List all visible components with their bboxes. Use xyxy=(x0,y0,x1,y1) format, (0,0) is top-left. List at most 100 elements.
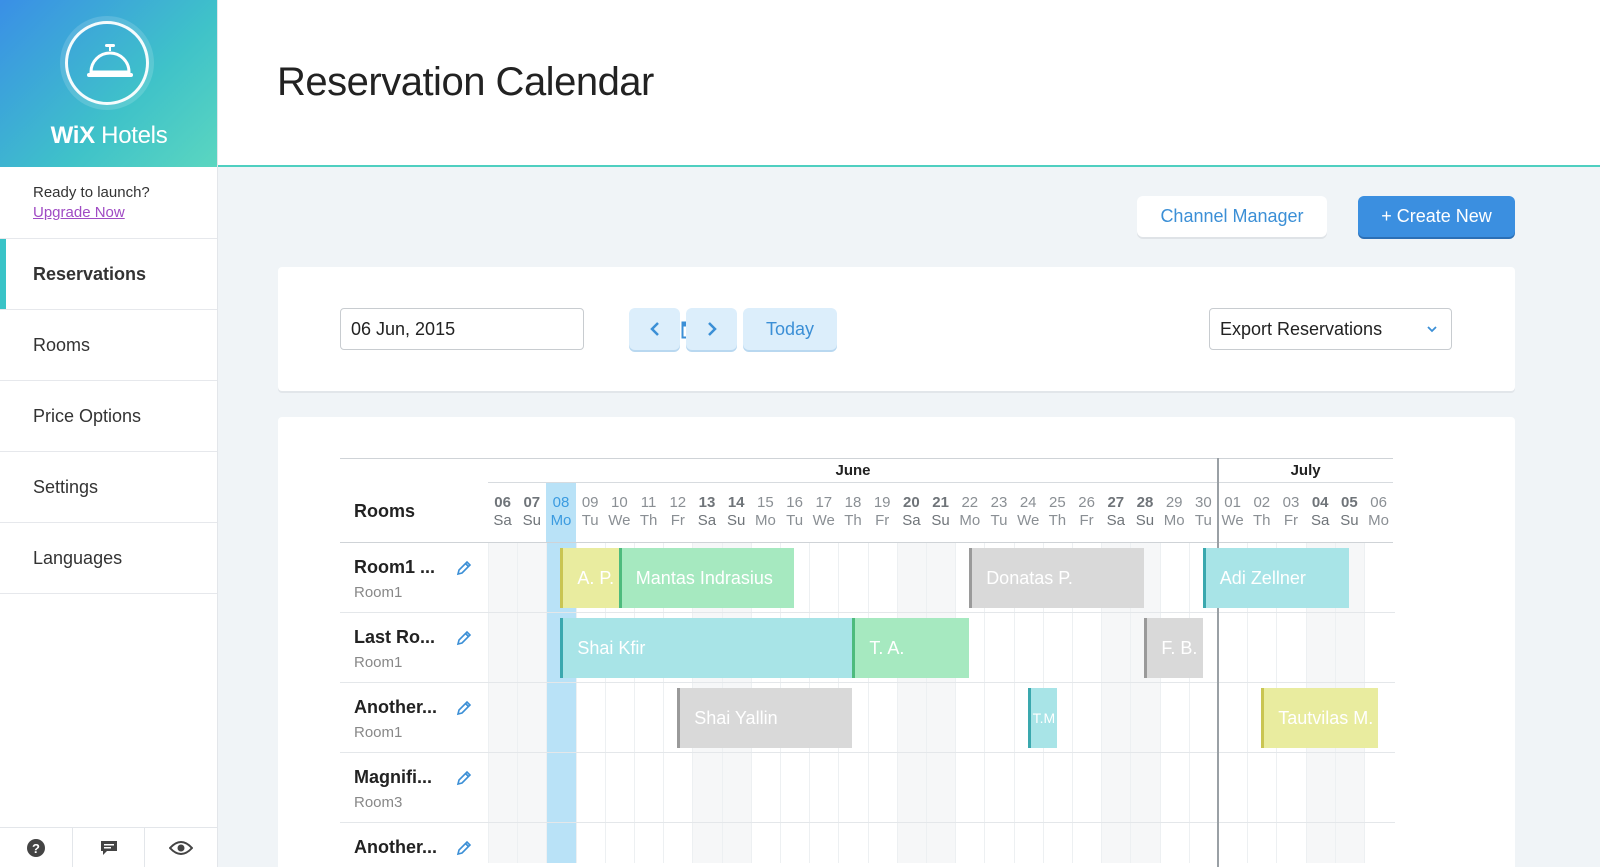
sidebar-item-price-options[interactable]: Price Options xyxy=(0,381,217,452)
room-type: Room3 xyxy=(354,794,403,811)
reservation-bar[interactable]: T. A. xyxy=(852,618,970,678)
day-name: Fr xyxy=(1079,512,1094,529)
upgrade-now-link[interactable]: Upgrade Now xyxy=(33,204,125,221)
next-period-button[interactable] xyxy=(686,308,737,350)
day-number: 09 xyxy=(581,494,599,511)
export-label: Export Reservations xyxy=(1220,318,1383,339)
day-name: We xyxy=(1221,512,1244,529)
edit-pencil-icon[interactable] xyxy=(455,559,473,582)
reservation-bar[interactable]: T.M xyxy=(1027,688,1057,748)
month-separator xyxy=(1217,458,1219,867)
date-picker-input[interactable]: 06 Jun, 2015 xyxy=(340,308,701,350)
day-header: 13 Sa xyxy=(692,483,722,543)
svg-text:?: ? xyxy=(32,841,40,856)
day-header: 26 Fr xyxy=(1072,483,1102,543)
sidebar-item-rooms[interactable]: Rooms xyxy=(0,310,217,381)
month-header: June xyxy=(488,458,1218,483)
sidebar-item-reservations[interactable]: Reservations xyxy=(0,239,217,310)
day-name: Sa xyxy=(1311,512,1330,529)
day-header: 18 Th xyxy=(838,483,868,543)
preview-eye-icon[interactable] xyxy=(145,828,217,867)
previous-period-button[interactable] xyxy=(629,308,680,350)
day-number: 04 xyxy=(1311,494,1329,511)
export-reservations-select[interactable]: Export Reservations xyxy=(1209,308,1452,350)
date-value: 06 Jun, 2015 xyxy=(351,318,456,339)
sidebar: WiX Hotels Ready to launch? Upgrade Now … xyxy=(0,0,218,867)
logo-text: WiX Hotels xyxy=(50,122,168,149)
reservation-bar[interactable]: A. P. xyxy=(560,548,619,608)
sidebar-item-settings[interactable]: Settings xyxy=(0,452,217,523)
day-header: 14 Su xyxy=(721,483,751,543)
day-number: 06 xyxy=(494,494,511,511)
day-number: 12 xyxy=(669,494,687,511)
day-name: Mo xyxy=(754,512,776,529)
chevron-right-icon xyxy=(707,322,717,336)
day-number: 06 xyxy=(1370,494,1387,511)
create-new-button[interactable]: + Create New xyxy=(1358,196,1515,237)
day-name: Tu xyxy=(786,512,804,529)
day-number: 24 xyxy=(1019,494,1037,511)
chevron-down-icon xyxy=(1427,326,1437,333)
help-icon[interactable]: ? xyxy=(0,828,73,867)
day-header: 09 Tu xyxy=(575,483,605,543)
day-name: Sa xyxy=(493,512,512,529)
reservation-bar[interactable]: Shai Kfir xyxy=(560,618,853,678)
reservation-bar[interactable]: Tautvilas M. xyxy=(1261,688,1378,748)
day-name: We xyxy=(608,512,631,529)
day-name: Su xyxy=(1135,512,1155,529)
rooms-column-header: Rooms xyxy=(340,458,488,543)
day-name: Mo xyxy=(1368,512,1390,529)
reservation-bar[interactable]: Donatas P. xyxy=(969,548,1145,608)
reservation-bar[interactable]: Mantas Indrasius xyxy=(618,548,794,608)
edit-pencil-icon[interactable] xyxy=(455,699,473,722)
day-name: Fr xyxy=(1283,512,1299,529)
edit-pencil-icon[interactable] xyxy=(455,769,473,792)
day-header: 25 Th xyxy=(1042,483,1072,543)
day-name: Sa xyxy=(1106,512,1125,529)
day-header: 17 We xyxy=(809,483,839,543)
day-name: Th xyxy=(1048,512,1067,529)
ready-text: Ready to launch? xyxy=(33,184,150,201)
reservation-bar[interactable]: Adi Zellner xyxy=(1202,548,1349,608)
reservation-bar[interactable]: Shai Yallin xyxy=(677,688,853,748)
day-number: 23 xyxy=(990,494,1008,511)
day-name: Sa xyxy=(902,512,921,529)
day-header: 07 Su xyxy=(517,483,547,543)
day-header: 08 Mo xyxy=(546,483,576,543)
day-header: 02 Th xyxy=(1247,483,1277,543)
room-name: Another... xyxy=(354,837,438,857)
wix-hotels-logo[interactable]: WiX Hotels xyxy=(0,0,217,167)
day-name: Tu xyxy=(581,512,599,529)
day-name: Sa xyxy=(697,512,717,529)
day-number: 16 xyxy=(786,494,803,511)
day-number: 20 xyxy=(903,494,920,511)
day-number: 02 xyxy=(1253,494,1271,511)
day-header: 04 Sa xyxy=(1305,483,1335,543)
page-title: Reservation Calendar xyxy=(277,60,654,104)
chat-icon[interactable] xyxy=(73,828,146,867)
sidebar-footer: ? xyxy=(0,827,217,867)
day-name: Tu xyxy=(990,512,1008,529)
day-number: 22 xyxy=(961,494,979,511)
day-name: Mo xyxy=(959,512,981,529)
sidebar-item-languages[interactable]: Languages xyxy=(0,523,217,594)
day-header: 22 Mo xyxy=(955,483,985,543)
day-name: Th xyxy=(1253,512,1271,529)
day-number: 21 xyxy=(932,494,949,511)
day-number: 30 xyxy=(1195,494,1212,511)
day-number: 01 xyxy=(1224,494,1241,511)
today-button[interactable]: Today xyxy=(743,308,837,350)
calendar-toolbar: 06 Jun, 2015 Today Export Reservations xyxy=(278,267,1515,391)
day-number: 18 xyxy=(844,494,862,511)
chevron-left-icon xyxy=(649,322,659,336)
channel-manager-button[interactable]: Channel Manager xyxy=(1137,196,1327,237)
day-header: 24 We xyxy=(1013,483,1043,543)
room-name: Another... xyxy=(354,697,438,717)
reservation-bar[interactable]: F. B. xyxy=(1144,618,1203,678)
day-header: 30 Tu xyxy=(1188,483,1218,543)
edit-pencil-icon[interactable] xyxy=(455,839,473,862)
day-header: 03 Fr xyxy=(1276,483,1306,543)
edit-pencil-icon[interactable] xyxy=(455,629,473,652)
day-number: 19 xyxy=(873,494,891,511)
day-name: Tu xyxy=(1194,512,1212,529)
